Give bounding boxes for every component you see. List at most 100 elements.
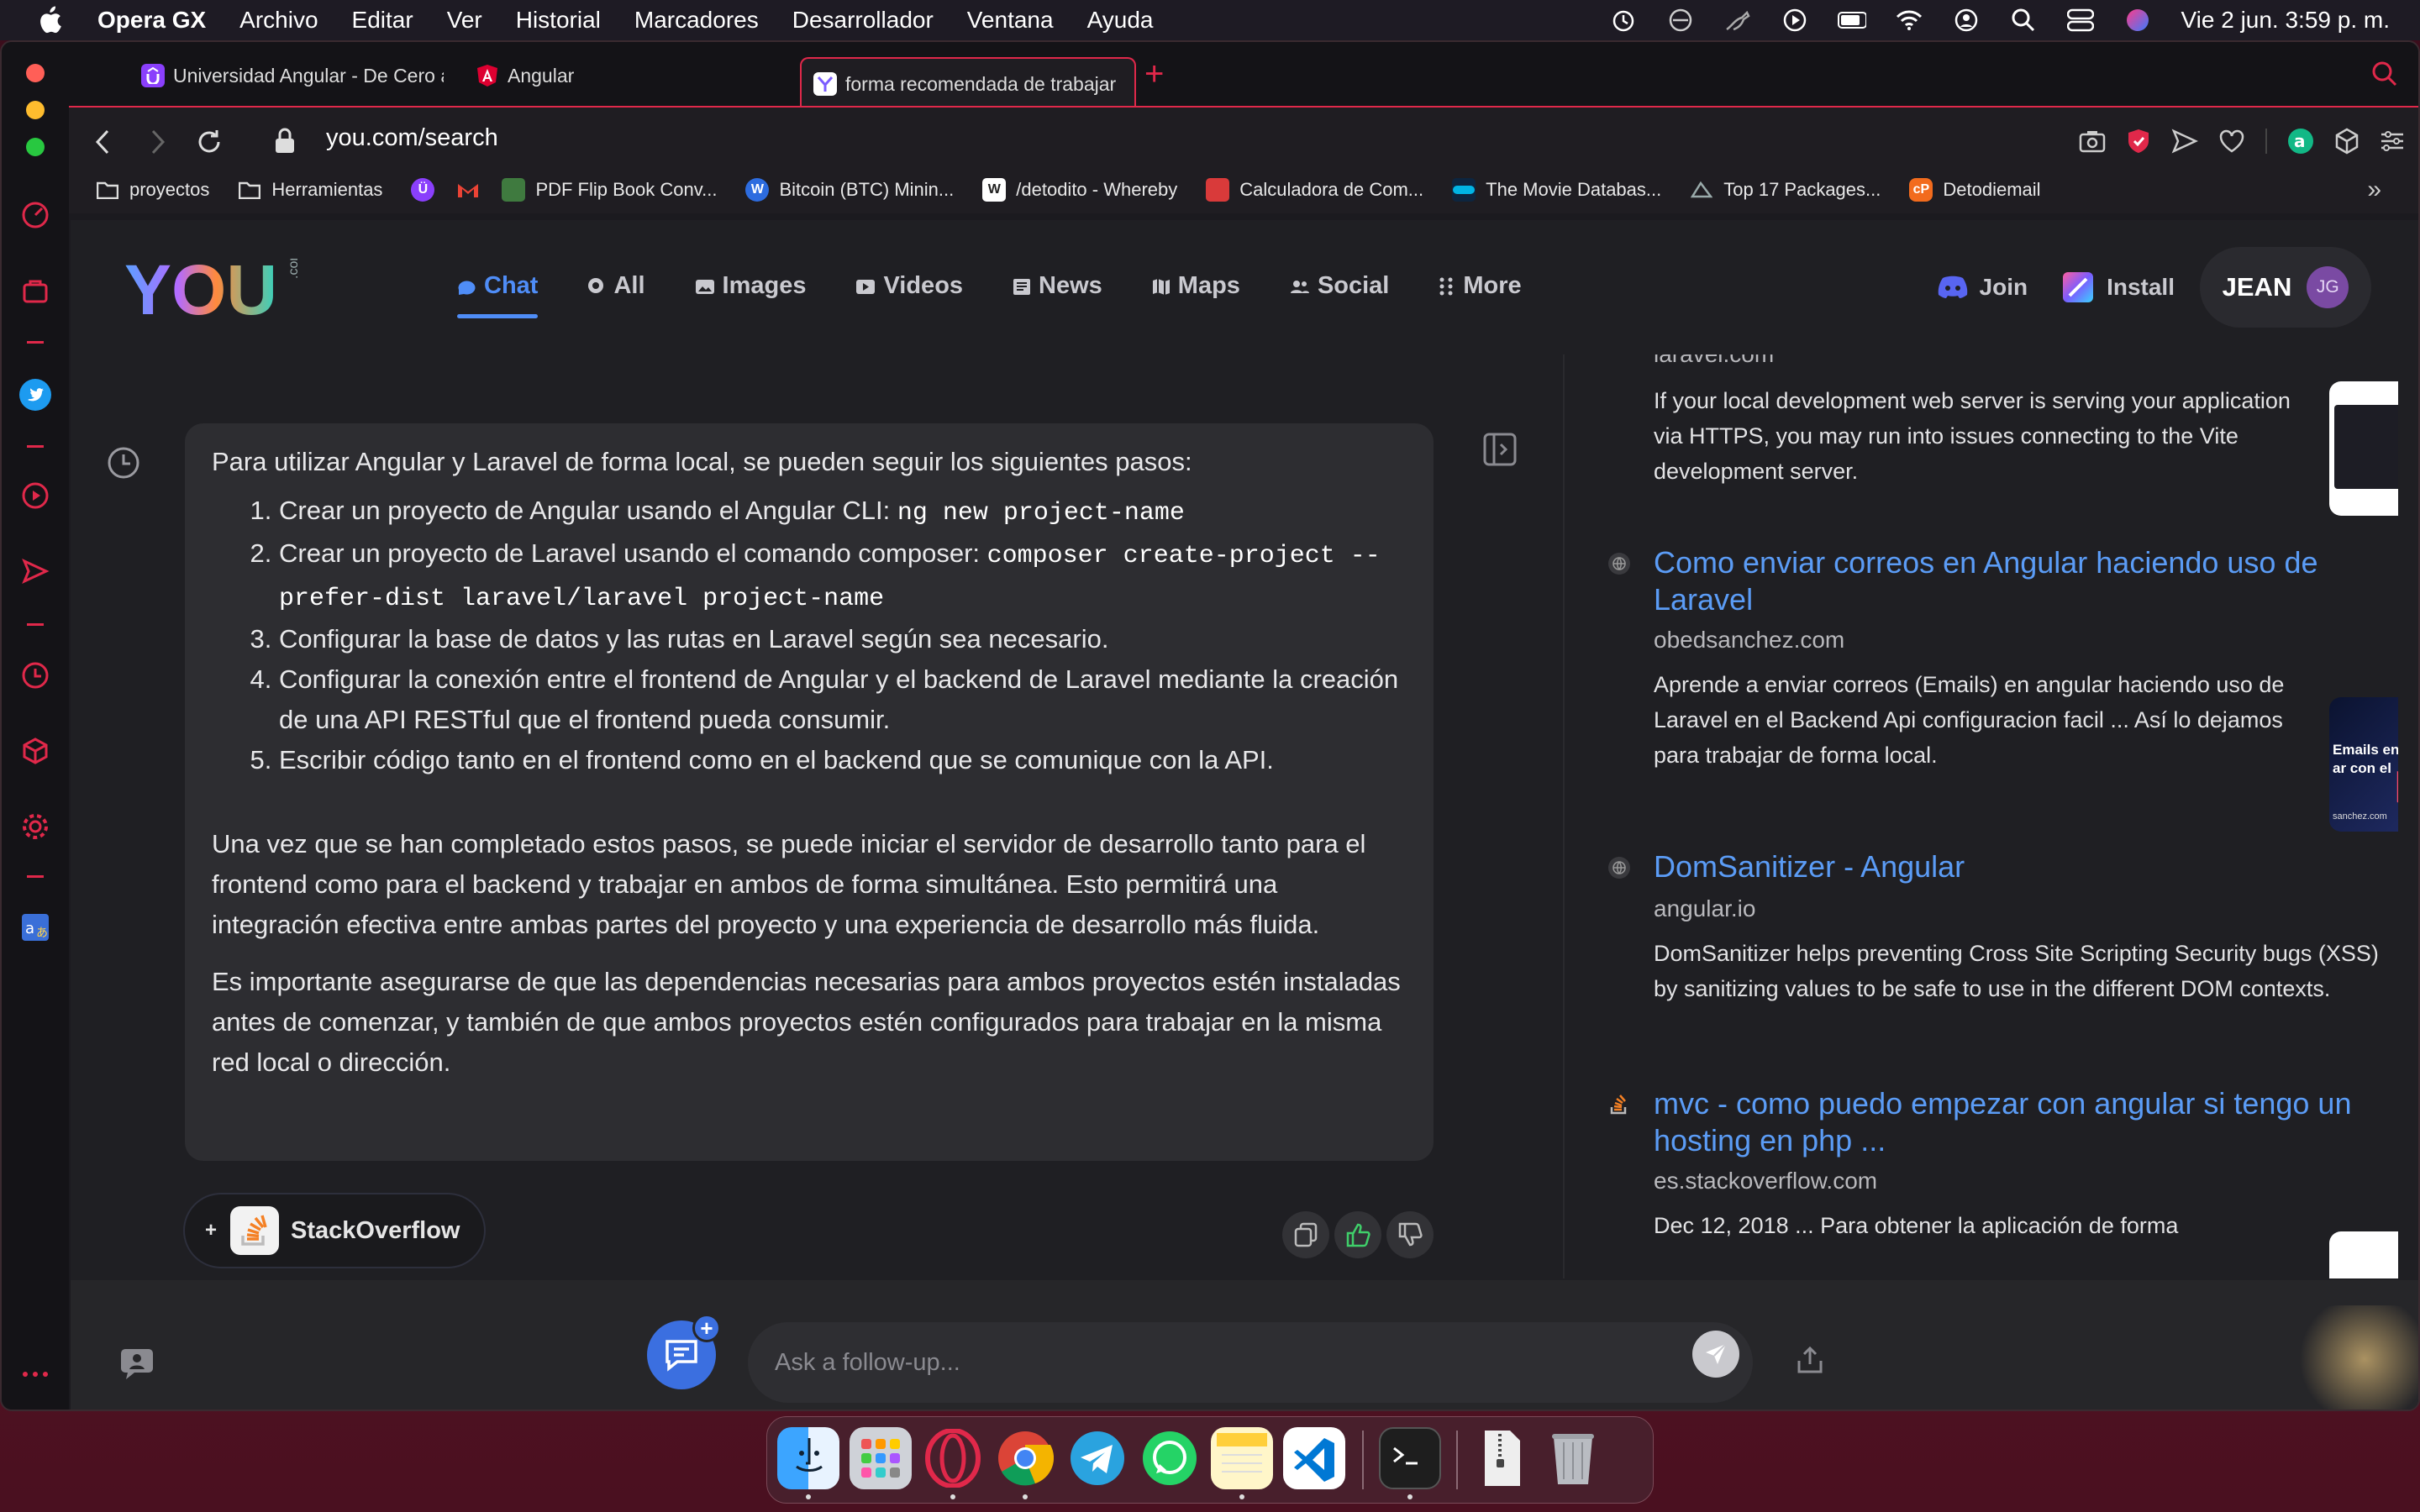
bookmark-udemy[interactable]: Ü [411, 178, 445, 202]
tab-videos[interactable]: Videos [855, 272, 963, 300]
amazon-assistant-icon[interactable]: a [2287, 128, 2314, 155]
user-icon[interactable] [1952, 6, 1981, 34]
close-window-button[interactable] [26, 64, 45, 82]
bookmark-whereby[interactable]: W/detodito - Whereby [982, 178, 1177, 202]
app-name[interactable]: Opera GX [97, 7, 206, 34]
vscode-icon[interactable] [1283, 1427, 1345, 1489]
result-domain[interactable]: es.stackoverflow.com [1654, 1168, 1877, 1194]
whatsapp-icon[interactable] [1139, 1427, 1201, 1489]
bag-icon[interactable] [18, 274, 52, 307]
tab-social[interactable]: Social [1289, 272, 1389, 300]
new-tab-button[interactable]: + [1144, 57, 1164, 91]
tab-news[interactable]: News [1012, 272, 1102, 300]
bookmark-calculadora[interactable]: Calculadora de Com... [1206, 178, 1423, 202]
result-title-link[interactable]: mvc - como puedo empezar con angular si … [1654, 1085, 2376, 1159]
timer-icon[interactable] [1609, 6, 1638, 34]
settings-icon[interactable] [18, 810, 52, 843]
play-icon[interactable] [1781, 6, 1809, 34]
history-icon[interactable] [18, 659, 52, 692]
thumbs-up-button[interactable] [1334, 1211, 1381, 1258]
collapse-panel-icon[interactable] [1482, 432, 1518, 467]
you-logo[interactable]: YOU .com [124, 259, 309, 319]
url-field[interactable]: you.com/search [326, 124, 498, 152]
send-arrow-icon[interactable] [18, 554, 52, 588]
gx-control-icon[interactable] [18, 198, 52, 232]
kangaroo-icon[interactable] [1723, 6, 1752, 34]
twitter-icon[interactable] [18, 378, 52, 412]
battery-icon[interactable] [1838, 6, 1867, 34]
result-thumbnail[interactable]: Emails en ar con el sanchez.com [2329, 697, 2398, 832]
copy-button[interactable] [1282, 1211, 1329, 1258]
menu-ayuda[interactable]: Ayuda [1087, 7, 1154, 34]
share-icon[interactable] [1797, 1346, 1823, 1374]
send-button[interactable] [1692, 1331, 1739, 1378]
thumbs-down-button[interactable] [1386, 1211, 1434, 1258]
more-dots-icon[interactable] [18, 1357, 52, 1391]
menu-archivo[interactable]: Archivo [239, 7, 318, 34]
menu-marcadores[interactable]: Marcadores [634, 7, 759, 34]
tab-chat[interactable]: Chat [457, 272, 539, 318]
minimize-window-button[interactable] [26, 101, 45, 119]
bookmark-top-packages[interactable]: Top 17 Packages... [1690, 178, 1881, 202]
chrome-icon[interactable] [994, 1427, 1056, 1489]
result-domain[interactable]: laravel.com [1654, 354, 1774, 368]
player-icon[interactable] [18, 479, 52, 512]
box-icon[interactable] [18, 734, 52, 768]
tab-universidad-angular[interactable]: Universidad Angular - De Cero a [141, 54, 444, 97]
bookmarks-overflow-icon[interactable]: » [2367, 176, 2381, 204]
notes-icon[interactable] [1211, 1427, 1273, 1489]
adblock-shield-icon[interactable] [2126, 128, 2151, 155]
zip-file-icon[interactable] [1471, 1427, 1534, 1489]
menu-ventana[interactable]: Ventana [967, 7, 1054, 34]
extensions-cube-icon[interactable] [2334, 128, 2360, 155]
menu-editar[interactable]: Editar [352, 7, 413, 34]
easy-setup-icon[interactable] [2380, 130, 2405, 152]
clock-text[interactable]: Vie 2 jun. 3:59 p. m. [2181, 7, 2390, 34]
result-title-link[interactable]: DomSanitizer - Angular [1654, 848, 2376, 885]
terminal-icon[interactable] [1379, 1427, 1441, 1489]
snapshot-icon[interactable] [2079, 129, 2106, 154]
finder-icon[interactable] [777, 1427, 839, 1489]
user-menu[interactable]: JEAN JG [2200, 247, 2371, 328]
tab-forma-recomendada-active[interactable]: forma recomendada de trabajar [800, 57, 1136, 109]
flow-send-icon[interactable] [2171, 129, 2198, 154]
control-center-icon[interactable] [2066, 6, 2095, 34]
tab-images[interactable]: Images [694, 272, 806, 300]
bookmark-proyectos[interactable]: proyectos [96, 178, 209, 202]
bookmark-bitcoin[interactable]: W Bitcoin (BTC) Minin... [745, 178, 954, 202]
chat-history-icon[interactable] [106, 445, 141, 480]
cloud-icon[interactable] [1666, 6, 1695, 34]
back-icon[interactable] [92, 128, 114, 156]
lock-icon[interactable] [274, 128, 296, 155]
siri-icon[interactable] [2123, 6, 2152, 34]
result-thumbnail[interactable] [2329, 1231, 2398, 1278]
bookmark-movie-database[interactable]: The Movie Databas... [1452, 178, 1661, 202]
result-thumbnail[interactable] [2329, 381, 2398, 516]
follow-up-input[interactable]: Ask a follow-up... [748, 1322, 1753, 1403]
menu-historial[interactable]: Historial [516, 7, 601, 34]
result-title-link[interactable]: Como enviar correos en Angular haciendo … [1654, 544, 2376, 618]
launchpad-icon[interactable] [850, 1427, 912, 1489]
telegram-icon[interactable] [1066, 1427, 1128, 1489]
zoom-window-button[interactable] [26, 138, 45, 156]
tab-more[interactable]: More [1438, 272, 1522, 300]
menu-ver[interactable]: Ver [447, 7, 482, 34]
bookmark-pdf-flip[interactable]: PDF Flip Book Conv... [502, 178, 717, 202]
wifi-icon[interactable] [1895, 6, 1923, 34]
translate-icon[interactable]: aあ [18, 911, 52, 944]
reload-icon[interactable] [195, 128, 224, 156]
forward-icon[interactable] [146, 128, 168, 156]
apple-icon[interactable] [37, 6, 62, 34]
new-chat-button[interactable]: + [647, 1314, 721, 1389]
bookmark-herramientas[interactable]: Herramientas [238, 178, 382, 202]
bookmark-detodiemail[interactable]: cP Detodiemail [1909, 178, 2041, 202]
result-domain[interactable]: obedsanchez.com [1654, 627, 1844, 654]
result-domain[interactable]: angular.io [1654, 895, 1755, 922]
heart-icon[interactable] [2218, 129, 2245, 153]
opera-gx-icon[interactable] [922, 1427, 984, 1489]
install-button[interactable]: Install [2107, 274, 2175, 301]
spotlight-search-icon[interactable] [2009, 6, 2038, 34]
tab-all[interactable]: All [587, 272, 645, 300]
tab-search-icon[interactable] [2371, 60, 2398, 87]
tab-maps[interactable]: Maps [1151, 272, 1240, 300]
